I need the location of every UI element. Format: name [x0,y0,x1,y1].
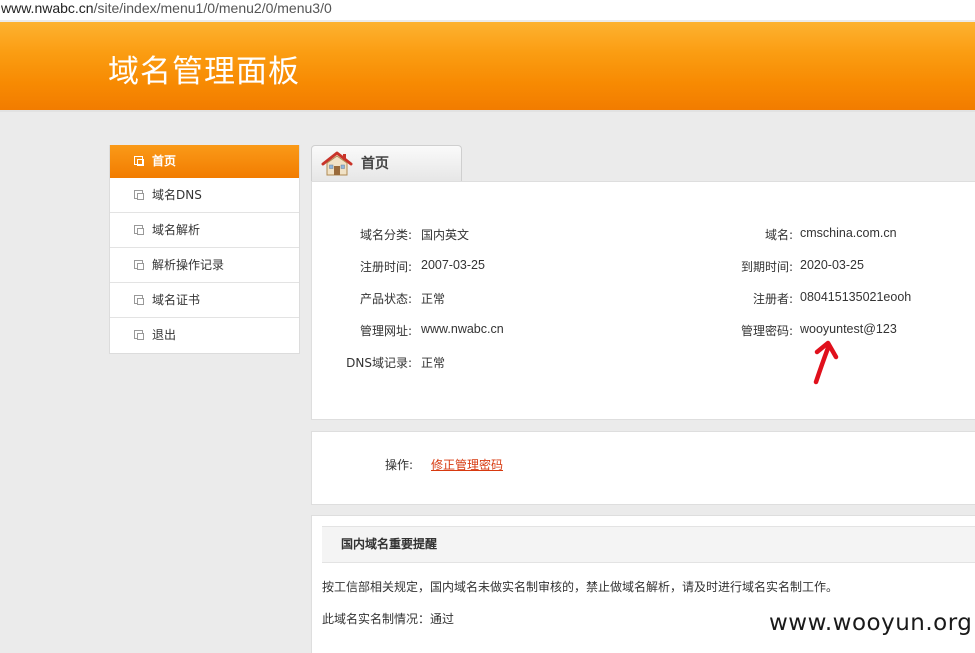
admin-password-value: wooyuntest@123 [800,322,897,336]
sidebar-item-domain-resolution[interactable]: 域名解析 [110,213,299,248]
sidebar-item-label: 退出 [152,328,177,342]
sidebar-item-label: 域名DNS [152,188,202,202]
sidebar-item-label: 解析操作记录 [152,258,225,272]
expiry-date-label: 到期时间: [740,260,793,274]
menu-bullet-icon [134,295,144,305]
red-arrow-annotation [813,340,839,385]
registrant-value: 080415135021eooh [800,290,912,304]
product-status-value: 正常 [421,292,446,306]
tab-label: 首页 [361,156,389,172]
operations-label: 操作: [385,458,414,472]
notice-text: 按工信部相关规定，国内域名未做实名制审核的，禁止做域名解析，请及时进行域名实名制… [322,580,839,594]
menu-bullet-icon [134,225,144,235]
home-icon [321,151,353,176]
watermark: www.wooyun.org [769,610,973,636]
sidebar-item-domain-dns[interactable]: 域名DNS [110,178,299,213]
product-status-label: 产品状态: [359,292,412,306]
page-header: 域名管理面板 [0,22,975,112]
admin-password-label: 管理密码: [740,324,793,338]
domain-category-label: 域名分类: [359,228,412,242]
page-title: 域名管理面板 [108,54,300,90]
domain-name-value: cmschina.com.cn [800,226,897,240]
notice-title: 国内域名重要提醒 [322,526,975,563]
admin-url-label: 管理网址: [359,324,412,338]
fix-admin-password-link[interactable]: 修正管理密码 [431,456,503,473]
registration-date-label: 注册时间: [359,260,412,274]
sidebar-item-home[interactable]: 首页 [110,145,299,178]
domain-info-panel: 域名分类: 国内英文 注册时间: 2007-03-25 产品状态: 正常 管理网… [311,181,975,420]
menu-bullet-icon [134,190,144,200]
domain-name-label: 域名: [764,228,793,242]
registrant-label: 注册者: [752,292,793,306]
menu-bullet-icon [134,260,144,270]
verification-status: 此域名实名制情况：通过 [322,612,455,626]
dns-record-label: DNS域记录: [346,356,412,370]
menu-bullet-icon [134,330,144,340]
browser-url-bar[interactable]: www.nwabc.cn/site/index/menu1/0/menu2/0/… [0,0,975,20]
expiry-date-value: 2020-03-25 [800,258,864,272]
sidebar-item-label: 首页 [152,154,177,168]
sidebar-item-domain-certificate[interactable]: 域名证书 [110,283,299,318]
sidebar-item-label: 域名解析 [152,223,201,237]
domain-category-value: 国内英文 [421,228,470,242]
dns-record-value: 正常 [421,356,446,370]
sidebar: 首页 域名DNS 域名解析 解析操作记录 域名证书 退出 [109,145,300,354]
url-path: /site/index/menu1/0/menu2/0/menu3/0 [93,0,332,16]
sidebar-item-resolution-log[interactable]: 解析操作记录 [110,248,299,283]
url-host: www.nwabc.cn [1,0,94,16]
registration-date-value: 2007-03-25 [421,258,485,272]
admin-url-value: www.nwabc.cn [421,322,504,336]
operations-panel: 操作: 修正管理密码 [311,431,975,505]
tab-home[interactable]: 首页 [311,145,462,182]
sidebar-item-label: 域名证书 [152,293,201,307]
menu-bullet-icon [134,156,144,166]
sidebar-item-logout[interactable]: 退出 [110,318,299,353]
